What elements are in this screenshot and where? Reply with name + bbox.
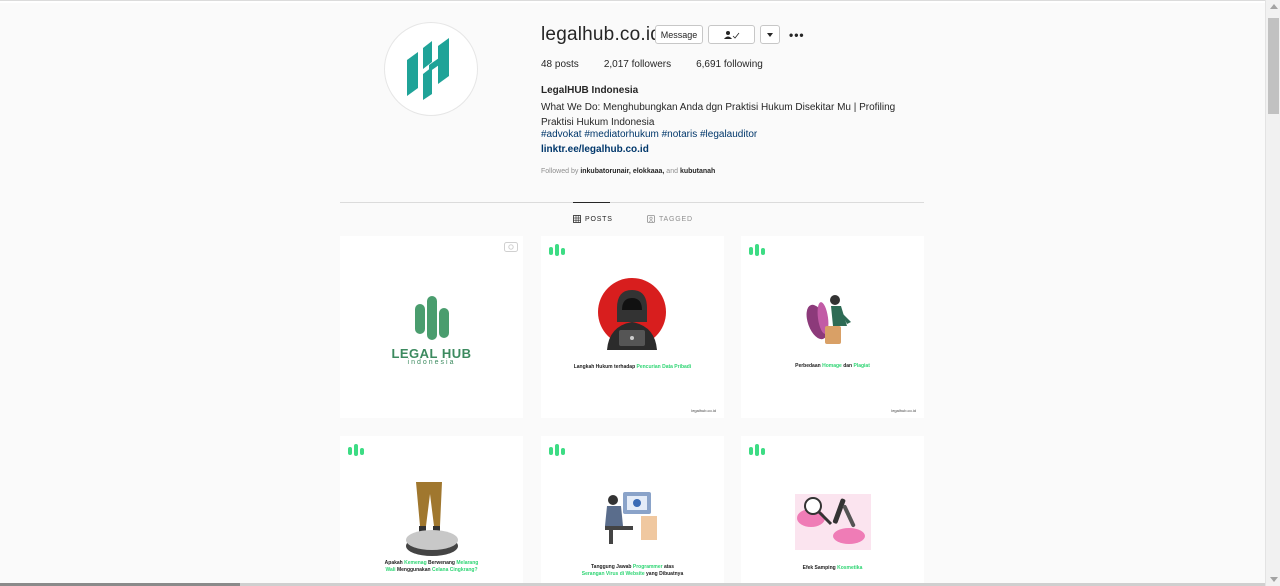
active-tab-indicator: [573, 202, 610, 203]
followed-by[interactable]: Followed by inkubatorunair, elokkaaa, an…: [541, 168, 715, 175]
chevron-down-icon: [767, 32, 773, 37]
profile-bio: What We Do: Menghubungkan Anda dgn Prakt…: [541, 102, 896, 128]
post-caption: Apakah Kemenag Berwenang Melarang Wali M…: [384, 560, 479, 573]
post-thumbnail[interactable]: Langkah Hukum terhadap Pencurian Data Pr…: [541, 236, 724, 418]
suggested-dropdown-button[interactable]: [760, 25, 780, 44]
programmer-illustration: [605, 492, 657, 544]
tab-posts[interactable]: POSTS: [573, 215, 613, 223]
scroll-up-icon[interactable]: [1270, 4, 1278, 9]
trousers-illustration: [406, 482, 458, 556]
followers-stat[interactable]: 2,017 followers: [604, 59, 671, 70]
brand-mark-icon: [549, 244, 565, 256]
post-logo-subtitle: indonesia: [407, 359, 456, 366]
video-icon: [504, 242, 518, 252]
vertical-scrollbar[interactable]: [1265, 0, 1280, 586]
scrollbar-thumb[interactable]: [1268, 18, 1279, 114]
artist-illustration: [806, 295, 851, 344]
posts-stat[interactable]: 48 posts: [541, 59, 579, 70]
profile-hashtags[interactable]: #advokat #mediatorhukum #notaris #legala…: [541, 129, 757, 140]
post-caption: Tanggung Jawab Programmer atas Serangan …: [581, 564, 684, 577]
post-caption: Langkah Hukum terhadap Pencurian Data Pr…: [573, 364, 692, 370]
hacker-illustration: [598, 278, 666, 350]
post-thumbnail[interactable]: Efek Samping Kosmetika: [741, 436, 924, 586]
post-caption: Perbedaan Homage dan Plagiat: [795, 363, 870, 369]
profile-avatar[interactable]: [384, 22, 478, 116]
cosmetics-illustration: [795, 494, 871, 550]
profile-website-link[interactable]: linktr.ee/legalhub.co.id: [541, 144, 649, 155]
brand-mark-icon: [348, 444, 364, 456]
tagged-person-icon: [647, 215, 655, 223]
profile-stats: 48 posts 2,017 followers 6,691 following: [541, 59, 788, 70]
legalhub-logo-icon: [415, 296, 449, 340]
profile-username: legalhub.co.id: [541, 24, 662, 45]
brand-mark-icon: [549, 444, 565, 456]
legalhub-logo-icon: [407, 38, 449, 100]
options-more-icon[interactable]: •••: [789, 28, 805, 42]
scroll-down-icon[interactable]: [1270, 577, 1278, 582]
post-thumbnail[interactable]: Apakah Kemenag Berwenang Melarang Wali M…: [340, 436, 523, 586]
message-button[interactable]: Message: [655, 25, 703, 44]
tab-tagged[interactable]: TAGGED: [647, 215, 693, 223]
post-footer-url: legalhub.co.id: [891, 408, 916, 413]
following-stat[interactable]: 6,691 following: [696, 59, 763, 70]
following-button[interactable]: [708, 25, 755, 44]
brand-mark-icon: [749, 444, 765, 456]
post-thumbnail[interactable]: LEGAL HUB indonesia: [340, 236, 523, 418]
profile-full-name: LegalHUB Indonesia: [541, 85, 639, 96]
post-footer-url: legalhub.co.id: [691, 408, 716, 413]
browser-top-edge: [0, 0, 1265, 3]
tabs-divider: [340, 202, 924, 203]
post-caption: Efek Samping Kosmetika: [802, 565, 863, 571]
post-thumbnail[interactable]: Perbedaan Homage dan Plagiat legalhub.co…: [741, 236, 924, 418]
following-person-check-icon: [723, 30, 739, 39]
post-thumbnail[interactable]: Tanggung Jawab Programmer atas Serangan …: [541, 436, 724, 586]
grid-icon: [573, 215, 581, 223]
brand-mark-icon: [749, 244, 765, 256]
